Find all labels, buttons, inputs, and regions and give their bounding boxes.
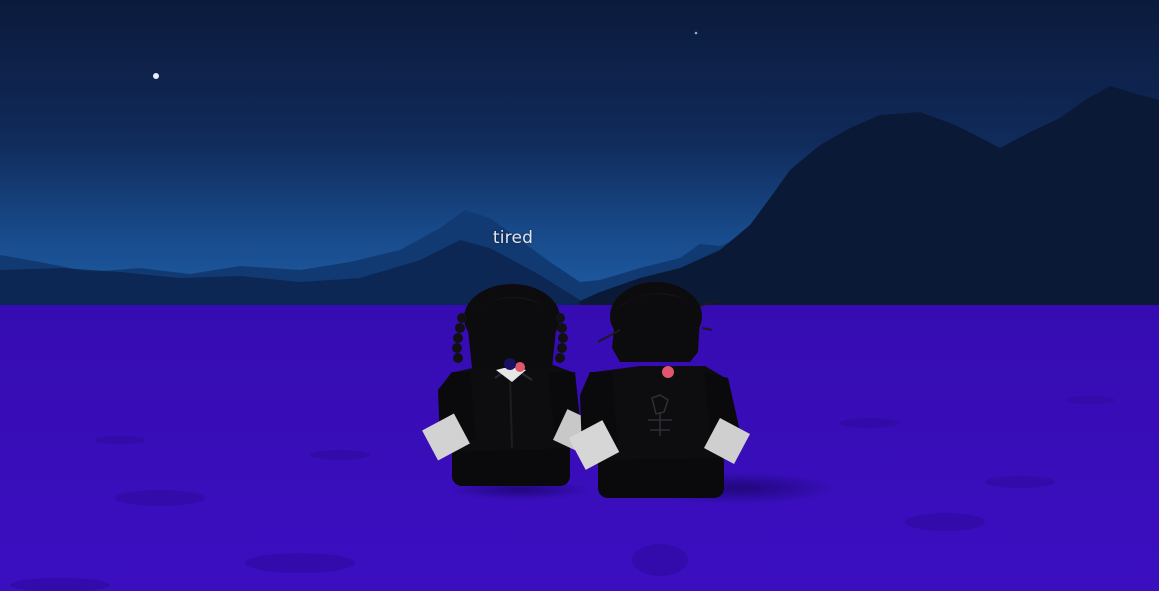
chat-bubble-text: tired xyxy=(492,228,534,248)
world-render xyxy=(0,0,1159,591)
star-icon xyxy=(153,73,159,79)
star-icon xyxy=(694,31,698,35)
game-viewport[interactable]: tired xyxy=(0,0,1159,591)
bow-icon xyxy=(662,366,674,378)
bow-icon xyxy=(515,362,525,372)
